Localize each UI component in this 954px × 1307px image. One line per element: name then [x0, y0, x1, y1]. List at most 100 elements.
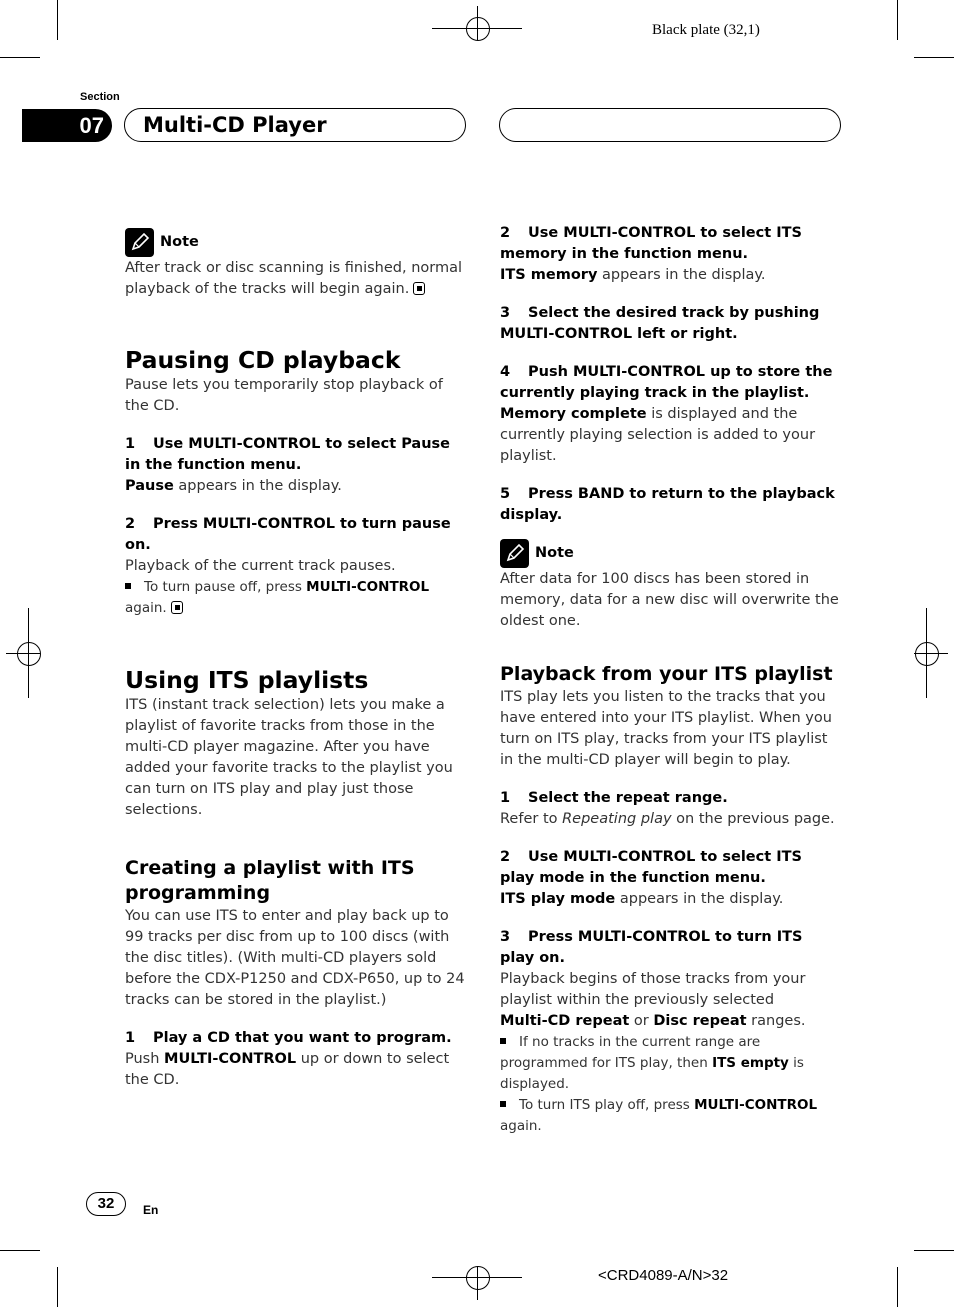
cross-reference-link: Repeating play [562, 811, 672, 827]
step-1: 1 Select the repeat range. [500, 788, 840, 809]
plate-label: Black plate (32,1) [652, 22, 760, 38]
step-text: Use MULTI-CONTROL to select ITS memory i… [500, 225, 802, 262]
step-text: Push MULTI-CONTROL up to store the curre… [500, 364, 833, 401]
step-number: 2 [500, 225, 511, 241]
note-label: Note [160, 233, 199, 250]
note-header: Note [125, 227, 465, 257]
page-number: 32 [86, 1192, 126, 1216]
bullet-text: again. [500, 1118, 542, 1134]
heading-creating-playlist: Creating a playlist with ITS programming [125, 857, 415, 904]
crop-mark [914, 57, 954, 58]
bullet-item: To turn pause off, press MULTI-CONTROL a… [125, 577, 465, 619]
button-term: MULTI-CONTROL [694, 1097, 818, 1113]
end-mark-icon [170, 601, 183, 614]
step-number: 4 [500, 364, 511, 380]
bullet-icon [500, 1038, 506, 1044]
step-2-desc: Playback of the current track pauses. [125, 558, 396, 574]
step-number: 1 [500, 790, 511, 806]
left-column: Note After track or disc scanning is fin… [125, 227, 465, 1091]
step-1-desc: Pause appears in the display. [125, 476, 465, 497]
bullet-item: To turn ITS play off, press MULTI-CONTRO… [500, 1095, 840, 1137]
section-number: 07 [22, 109, 112, 142]
step-text: Press MULTI-CONTROL to turn ITS play on. [500, 929, 803, 966]
display-term: ITS empty [712, 1055, 789, 1071]
right-column: 2 Use MULTI-CONTROL to select ITS memory … [500, 223, 840, 1137]
step-2-desc: ITS play mode appears in the display. [500, 889, 840, 910]
section-number-text: 07 [79, 112, 104, 138]
button-term: MULTI-CONTROL [164, 1051, 297, 1067]
note-text: After data for 100 discs has been stored… [500, 571, 839, 629]
step-1: 1 Use MULTI-CONTROL to select Pause in th… [125, 434, 465, 476]
section-title: Multi-CD Player [124, 108, 466, 142]
step-text: Press BAND to return to the playback dis… [500, 486, 835, 523]
step-text: Select the repeat range. [528, 790, 728, 806]
bullet-icon [125, 583, 131, 589]
step-3-desc: Playback begins of those tracks from you… [500, 969, 840, 1032]
crop-mark [0, 1250, 40, 1251]
heading-pausing: Pausing CD playback [125, 346, 401, 374]
document-code: <CRD4089-A/N>32 [598, 1267, 729, 1284]
step-1-desc: Refer to Repeating play on the previous … [500, 809, 840, 830]
desc-text: on the previous page. [671, 811, 835, 827]
step-2: 2 Use MULTI-CONTROL to select ITS play mo… [500, 847, 840, 889]
crop-mark [897, 0, 898, 40]
step-text: Use MULTI-CONTROL to select Pause in the… [125, 436, 451, 473]
step-2: 2 Press MULTI-CONTROL to turn pause on. [125, 514, 465, 556]
heading-using-its: Using ITS playlists [125, 666, 369, 694]
section-title-blank [499, 108, 841, 142]
step-number: 1 [125, 1030, 136, 1046]
step-text: Press MULTI-CONTROL to turn pause on. [125, 516, 451, 553]
bullet-item: If no tracks in the current range are pr… [500, 1032, 840, 1095]
its-intro: ITS (instant track selection) lets you m… [125, 697, 453, 818]
step-4: 4 Push MULTI-CONTROL up to store the curr… [500, 362, 840, 404]
section-label: Section [80, 91, 120, 103]
step-number: 2 [125, 516, 136, 532]
step-3: 3 Select the desired track by pushing MUL… [500, 303, 840, 345]
bullet-icon [500, 1101, 506, 1107]
step-number: 3 [500, 929, 511, 945]
desc-text: Playback begins of those tracks from you… [500, 971, 806, 1008]
note-header: Note [500, 538, 840, 568]
crop-mark [57, 1267, 58, 1307]
bullet-text: To turn ITS play off, press [519, 1097, 695, 1113]
desc-text: Refer to [500, 811, 563, 827]
end-mark-icon [413, 282, 426, 295]
desc-text: ranges. [746, 1013, 806, 1029]
crop-mark [897, 1267, 898, 1307]
crop-mark [57, 0, 58, 40]
heading-playback-its: Playback from your ITS playlist [500, 663, 833, 685]
creating-intro: You can use ITS to enter and play back u… [125, 908, 465, 1008]
pausing-intro: Pause lets you temporarily stop playback… [125, 377, 443, 414]
desc-text: or [629, 1013, 654, 1029]
step-1: 1 Play a CD that you want to program. [125, 1028, 465, 1049]
crop-mark [0, 57, 40, 58]
display-term: Pause [125, 478, 174, 494]
step-text: Select the desired track by pushing MULT… [500, 305, 820, 342]
language-label: En [143, 1203, 159, 1217]
display-term: ITS memory [500, 267, 598, 283]
step-3: 3 Press MULTI-CONTROL to turn ITS play on… [500, 927, 840, 969]
display-term: ITS play mode [500, 891, 616, 907]
playback-intro: ITS play lets you listen to the tracks t… [500, 689, 832, 768]
step-number: 5 [500, 486, 511, 502]
note-text-body: After track or disc scanning is finished… [125, 260, 463, 297]
display-term: Multi-CD repeat [500, 1013, 630, 1029]
step-2-desc: ITS memory appears in the display. [500, 265, 840, 286]
step-5: 5 Press BAND to return to the playback di… [500, 484, 840, 526]
button-term: MULTI-CONTROL [306, 579, 430, 595]
step-text: Use MULTI-CONTROL to select ITS play mod… [500, 849, 802, 886]
bullet-text: To turn pause off, press [144, 579, 307, 595]
note-label: Note [535, 544, 574, 561]
pencil-icon [125, 227, 154, 257]
step-number: 3 [500, 305, 511, 321]
desc-text: appears in the display. [597, 267, 766, 283]
step-text: Play a CD that you want to program. [153, 1030, 452, 1046]
step-1-desc: Push MULTI-CONTROL up or down to select … [125, 1049, 465, 1091]
step-number: 2 [500, 849, 511, 865]
desc-text: appears in the display. [173, 478, 342, 494]
pencil-icon [500, 538, 529, 568]
step-number: 1 [125, 436, 136, 452]
step-2: 2 Use MULTI-CONTROL to select ITS memory … [500, 223, 840, 265]
note-text: After track or disc scanning is finished… [125, 258, 465, 300]
desc-text: appears in the display. [615, 891, 784, 907]
